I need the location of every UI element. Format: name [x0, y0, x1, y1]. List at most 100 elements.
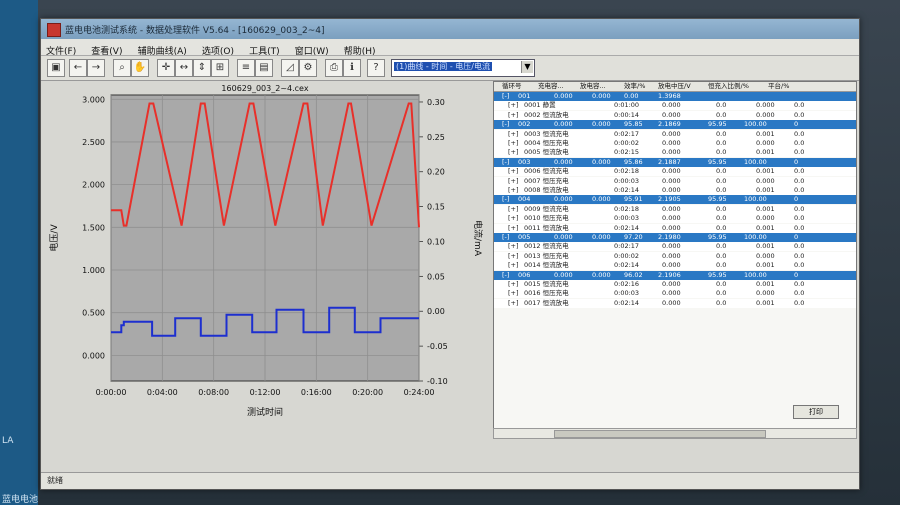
step-row[interactable]: [+] 0001 静置 0:01:00 0.000 0.0 0.000 0.0: [494, 101, 856, 111]
zoom-icon[interactable]: ⌕: [113, 59, 131, 77]
y2-tick-label: 0.20: [427, 168, 445, 177]
help-icon[interactable]: ?: [367, 59, 385, 77]
step-row[interactable]: [+] 0008 恒流放电 0:02:14 0.000 0.0 0.001 0.0: [494, 186, 856, 195]
table-cell: 0.001: [756, 223, 775, 232]
step-row[interactable]: [+] 0015 恒流充电 0:02:16 0.000 0.0 0.001 0.0: [494, 280, 856, 289]
fit-x-icon[interactable]: ↔: [175, 59, 193, 77]
table-cell: 2.1887: [658, 157, 681, 166]
step-row[interactable]: [+] 0016 恒压充电 0:00:03 0.000 0.0 0.000 0.0: [494, 289, 856, 299]
table-cell: 0:02:14: [614, 261, 640, 270]
expand-toggle[interactable]: [+]: [508, 101, 519, 110]
table-cell: 0.000: [554, 120, 573, 129]
back-icon[interactable]: ←: [69, 59, 87, 77]
col-header-discharge-cap[interactable]: 放电容...: [580, 82, 606, 91]
y-tick-label: 0.500: [82, 309, 105, 318]
expand-toggle[interactable]: [+]: [508, 148, 519, 157]
step-row[interactable]: [+] 0017 恒流放电 0:02:14 0.000 0.0 0.001 0.0: [494, 298, 856, 308]
x-axis-label: 测试时间: [247, 406, 283, 418]
expand-toggle[interactable]: [+]: [508, 289, 519, 298]
table-cell: 0.0: [716, 280, 727, 288]
col-header-mid-voltage[interactable]: 放电中压/V: [658, 82, 691, 91]
table-cell: 0:00:03: [614, 176, 640, 185]
col-header-cycle[interactable]: 循环号: [502, 82, 522, 91]
table-cell: 0.000: [662, 289, 681, 298]
list-icon[interactable]: ≡: [237, 59, 255, 77]
step-row[interactable]: [+] 0005 恒流放电 0:02:15 0.000 0.0 0.001 0.0: [494, 148, 856, 158]
forward-icon[interactable]: →: [87, 59, 105, 77]
col-header-cc-ratio[interactable]: 恒充入比例/%: [708, 82, 749, 91]
table-cell: 2.1906: [658, 270, 681, 279]
voltage-current-chart[interactable]: 160629_003_2~4.cex 3.000 2.500 2.000 1.500 1.…: [43, 81, 489, 469]
table-cell: 95.95: [708, 233, 727, 241]
expand-toggle[interactable]: [+]: [508, 280, 519, 289]
expand-toggle[interactable]: [+]: [508, 224, 519, 233]
horizontal-scrollbar[interactable]: [493, 428, 857, 439]
step-row[interactable]: [+] 0012 恒流充电 0:02:17 0.000 0.0 0.001 0.0: [494, 242, 856, 252]
expand-toggle[interactable]: [+]: [508, 205, 519, 214]
table-cell: 002: [518, 120, 531, 129]
table-cell: 0.0: [794, 261, 805, 270]
cycle-row[interactable]: [-] 002 0.000 0.000 95.85 2.1869 95.95 100.00 0: [494, 120, 856, 130]
cycle-row[interactable]: [-] 003 0.000 0.000 95.86 2.1887 95.95 100.00 0: [494, 157, 856, 167]
cycle-row[interactable]: [-] 005 0.000 0.000 97.20 2.1980 95.95 100.00 0: [494, 233, 856, 242]
expand-toggle[interactable]: [+]: [508, 139, 519, 148]
scrollbar-thumb[interactable]: [554, 430, 766, 438]
view-selector[interactable]: (1)曲线 - 时间 - 电压/电流 ▼: [391, 59, 535, 77]
table-cell: 0.000: [592, 270, 611, 279]
y2-tick-label: -0.05: [427, 342, 448, 351]
expand-toggle[interactable]: [+]: [508, 299, 519, 308]
step-row[interactable]: [+] 0013 恒压充电 0:00:02 0.000 0.0 0.000 0.0: [494, 251, 856, 261]
step-row[interactable]: [+] 0003 恒流充电 0:02:17 0.000 0.0 0.001 0.0: [494, 129, 856, 139]
print-icon[interactable]: ⎙: [325, 59, 343, 77]
chevron-down-icon[interactable]: ▼: [521, 61, 533, 73]
expand-toggle[interactable]: [-]: [502, 120, 509, 129]
grid-icon[interactable]: ⊞: [211, 59, 229, 77]
cycle-row[interactable]: [-] 006 0.000 0.000 96.02 2.1906 95.95 100.00 0: [494, 270, 856, 280]
cursor-icon[interactable]: ✛: [157, 59, 175, 77]
expand-toggle[interactable]: [-]: [502, 92, 509, 101]
fit-y-icon[interactable]: ⇕: [193, 59, 211, 77]
table-cell: 0.0: [716, 129, 727, 138]
table-icon[interactable]: ▤: [255, 59, 273, 77]
pan-icon[interactable]: ✋: [131, 59, 149, 77]
step-row[interactable]: [+] 0009 恒流充电 0:02:18 0.000 0.0 0.001 0.0: [494, 204, 856, 214]
table-cell: 0:01:00: [614, 101, 640, 110]
table-cell: 0.0: [716, 167, 727, 176]
expand-toggle[interactable]: [-]: [502, 195, 509, 204]
col-header-efficiency[interactable]: 效率/%: [624, 82, 645, 91]
col-header-plateau[interactable]: 平台/%: [768, 82, 789, 91]
step-row[interactable]: [+] 0002 恒流放电 0:00:14 0.000 0.0 0.000 0.0: [494, 110, 856, 120]
step-row[interactable]: [+] 0004 恒压充电 0:00:02 0.000 0.0 0.000 0.0: [494, 139, 856, 148]
info-icon[interactable]: ℹ: [343, 59, 361, 77]
expand-toggle[interactable]: [+]: [508, 242, 519, 251]
expand-toggle[interactable]: [-]: [502, 271, 509, 280]
monitor-bezel: LA 蓝电电池 蓝电电池测试系统 - 数据处理软件 V5.64 - [16062…: [0, 0, 900, 505]
settings-icon[interactable]: ⚙: [299, 59, 317, 77]
expand-toggle[interactable]: [+]: [508, 214, 519, 223]
expand-toggle[interactable]: [+]: [508, 111, 519, 120]
step-row[interactable]: [+] 0010 恒压充电 0:00:03 0.000 0.0 0.000 0.0: [494, 214, 856, 224]
cycle-row[interactable]: [-] 001 0.000 0.000 0.00 1.3968: [494, 92, 856, 101]
step-row[interactable]: [+] 0007 恒压充电 0:00:03 0.000 0.0 0.000 0.0: [494, 176, 856, 186]
table-cell: 0: [794, 195, 799, 204]
curve-icon[interactable]: ◿: [281, 59, 299, 77]
cycle-row[interactable]: [-] 004 0.000 0.000 95.91 2.1905 95.95 100.00 0: [494, 195, 856, 205]
expand-toggle[interactable]: [+]: [508, 186, 519, 195]
expand-toggle[interactable]: [+]: [508, 252, 519, 261]
table-cell: 0.000: [756, 289, 775, 298]
expand-toggle[interactable]: [+]: [508, 130, 519, 139]
step-row[interactable]: [+] 0014 恒流放电 0:02:14 0.000 0.0 0.001 0.0: [494, 261, 856, 271]
expand-toggle[interactable]: [-]: [502, 233, 509, 242]
expand-toggle[interactable]: [-]: [502, 158, 509, 167]
print-button[interactable]: 打印: [793, 405, 839, 419]
table-cell: 0:02:18: [614, 167, 640, 176]
open-icon[interactable]: ▣: [47, 59, 65, 77]
table-cell: 0.000: [662, 298, 681, 307]
col-header-charge-cap[interactable]: 充电容...: [538, 82, 564, 91]
step-row[interactable]: [+] 0006 恒流充电 0:02:18 0.000 0.0 0.001 0.0: [494, 167, 856, 177]
expand-toggle[interactable]: [+]: [508, 167, 519, 176]
table-cell: 100.00: [744, 233, 767, 241]
step-row[interactable]: [+] 0011 恒流放电 0:02:14 0.000 0.0 0.001 0.0: [494, 223, 856, 233]
expand-toggle[interactable]: [+]: [508, 177, 519, 186]
expand-toggle[interactable]: [+]: [508, 261, 519, 270]
